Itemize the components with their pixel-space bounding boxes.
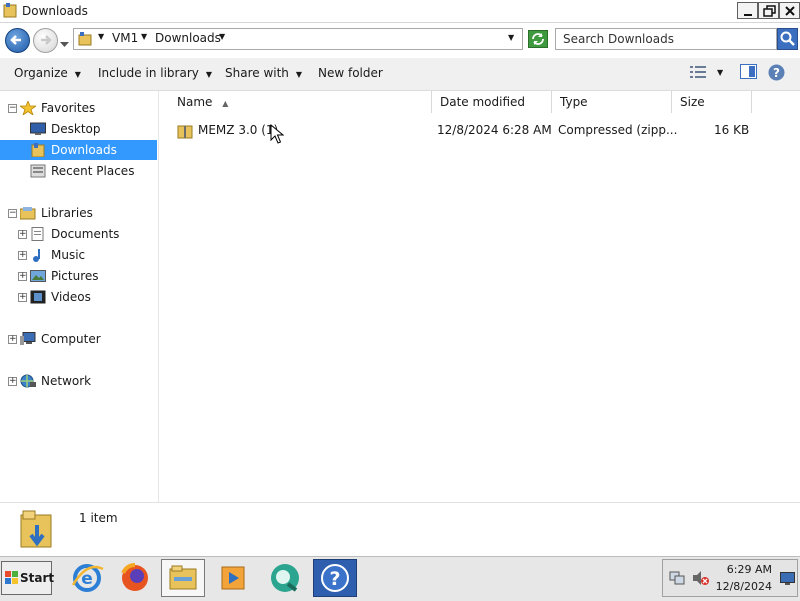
nav-documents-label: Documents [51, 227, 120, 241]
column-header-spacer [752, 91, 800, 113]
recent-places-icon [30, 164, 46, 178]
help-icon[interactable]: ? [768, 64, 785, 84]
organize-button[interactable]: Organize ▼ [14, 66, 81, 80]
file-list [160, 91, 800, 502]
expand-music-toggle[interactable]: + [18, 251, 27, 260]
expand-computer-toggle[interactable]: + [8, 335, 17, 344]
file-size: 16 KB [714, 123, 750, 137]
views-dropdown[interactable]: ▼ [717, 68, 723, 77]
column-header-type[interactable]: Type [552, 91, 672, 113]
explorer-taskbar-button[interactable] [161, 559, 205, 597]
back-button[interactable] [5, 28, 30, 53]
nav-pictures-label: Pictures [51, 269, 99, 283]
expand-documents-toggle[interactable]: + [18, 230, 27, 239]
help-taskbar-button[interactable]: ? [313, 559, 357, 597]
windows-logo-icon [5, 571, 19, 588]
breadcrumb-vm1[interactable]: VM1 [112, 31, 138, 45]
nav-favorites-label: Favorites [41, 101, 96, 115]
column-header-date-modified[interactable]: Date modified [432, 91, 552, 113]
chevron-down-icon[interactable]: ▼ [98, 32, 104, 41]
expand-pictures-toggle[interactable]: + [18, 272, 27, 281]
zip-folder-icon [177, 123, 193, 142]
show-desktop-icon[interactable] [780, 572, 796, 589]
clock-time[interactable]: 6:29 AM [712, 563, 772, 576]
nav-desktop-label: Desktop [51, 122, 101, 136]
forward-button[interactable] [33, 28, 58, 53]
network-icon [20, 374, 36, 388]
collapse-favorites-toggle[interactable]: − [8, 104, 17, 113]
file-date-modified: 12/8/2024 6:28 AM [437, 123, 552, 137]
window-title: Downloads [22, 4, 88, 18]
new-folder-button[interactable]: New folder [318, 66, 383, 80]
refresh-button[interactable] [528, 30, 548, 48]
preview-pane-icon[interactable] [740, 64, 757, 82]
chevron-down-icon[interactable]: ▼ [141, 32, 147, 41]
internet-explorer-taskbar-button[interactable]: e [65, 559, 109, 597]
start-button[interactable]: Start [1, 561, 55, 595]
expand-network-toggle[interactable]: + [8, 377, 17, 386]
media-player-taskbar-button[interactable] [211, 559, 255, 597]
documents-icon [30, 227, 46, 241]
nav-downloads-label: Downloads [51, 143, 117, 157]
videos-icon [30, 290, 46, 304]
restore-button[interactable] [758, 2, 779, 19]
music-icon [30, 248, 46, 262]
table-row[interactable]: MEMZ 3.0 (1) 12/8/2024 6:28 AM Compresse… [168, 121, 780, 141]
close-button[interactable] [779, 2, 800, 19]
mouse-cursor-icon [270, 123, 285, 149]
include-in-library-label: Include in library [98, 66, 199, 80]
firefox-taskbar-button[interactable] [113, 559, 157, 597]
search-icon[interactable] [777, 28, 798, 50]
search-input[interactable]: Search Downloads [555, 28, 777, 50]
item-count: 1 item [79, 511, 118, 525]
collapse-libraries-toggle[interactable]: − [8, 209, 17, 218]
app-taskbar-button[interactable] [263, 559, 307, 597]
nav-music-label: Music [51, 248, 86, 262]
clock-date[interactable]: 12/8/2024 [712, 580, 772, 593]
organize-label: Organize [14, 66, 68, 80]
share-with-label: Share with [225, 66, 289, 80]
chevron-down-icon: ▼ [74, 70, 81, 79]
breadcrumb-downloads[interactable]: Downloads [155, 31, 221, 45]
network-tray-icon[interactable] [669, 570, 685, 589]
expand-videos-toggle[interactable]: + [18, 293, 27, 302]
svg-text:?: ? [773, 66, 780, 80]
folder-icon [78, 32, 92, 49]
nav-libraries-label: Libraries [41, 206, 93, 220]
nav-network-label: Network [41, 374, 92, 388]
sort-ascending-icon: ▲ [222, 99, 229, 108]
folder-icon [3, 3, 17, 18]
search-placeholder: Search Downloads [563, 32, 674, 46]
start-label: Start [20, 571, 55, 585]
details-pane [0, 502, 800, 557]
column-header-name[interactable]: Name ▲ [169, 91, 432, 113]
column-name-label: Name [177, 95, 213, 109]
file-type: Compressed (zipp... [558, 123, 678, 137]
recent-pages-dropdown[interactable] [60, 37, 69, 51]
chevron-down-icon[interactable]: ▼ [219, 32, 225, 41]
minimize-button[interactable] [737, 2, 758, 19]
volume-muted-icon[interactable] [692, 570, 710, 589]
chevron-down-icon: ▼ [295, 70, 303, 79]
column-header-size[interactable]: Size [672, 91, 752, 113]
nav-videos-label: Videos [51, 290, 91, 304]
include-in-library-button[interactable]: Include in library ▼ [98, 66, 212, 80]
computer-icon [20, 332, 36, 346]
address-field[interactable]: ▼ VM1 ▼ Downloads ▼ ▼ [73, 28, 523, 50]
libraries-icon [19, 206, 36, 220]
nav-computer-label: Computer [41, 332, 101, 346]
nav-recent-places-label: Recent Places [51, 164, 135, 178]
pictures-icon [30, 269, 46, 283]
chevron-down-icon: ▼ [205, 70, 213, 79]
downloads-folder-icon [30, 143, 46, 158]
star-icon [18, 99, 38, 117]
desktop-icon [30, 122, 46, 136]
svg-text:?: ? [329, 568, 340, 590]
title-bar [0, 0, 800, 23]
views-icon[interactable] [690, 65, 706, 82]
downloads-folder-icon [19, 507, 55, 554]
file-name: MEMZ 3.0 (1) [198, 123, 279, 137]
share-with-button[interactable]: Share with ▼ [225, 66, 302, 80]
address-history-dropdown[interactable]: ▼ [508, 33, 514, 42]
